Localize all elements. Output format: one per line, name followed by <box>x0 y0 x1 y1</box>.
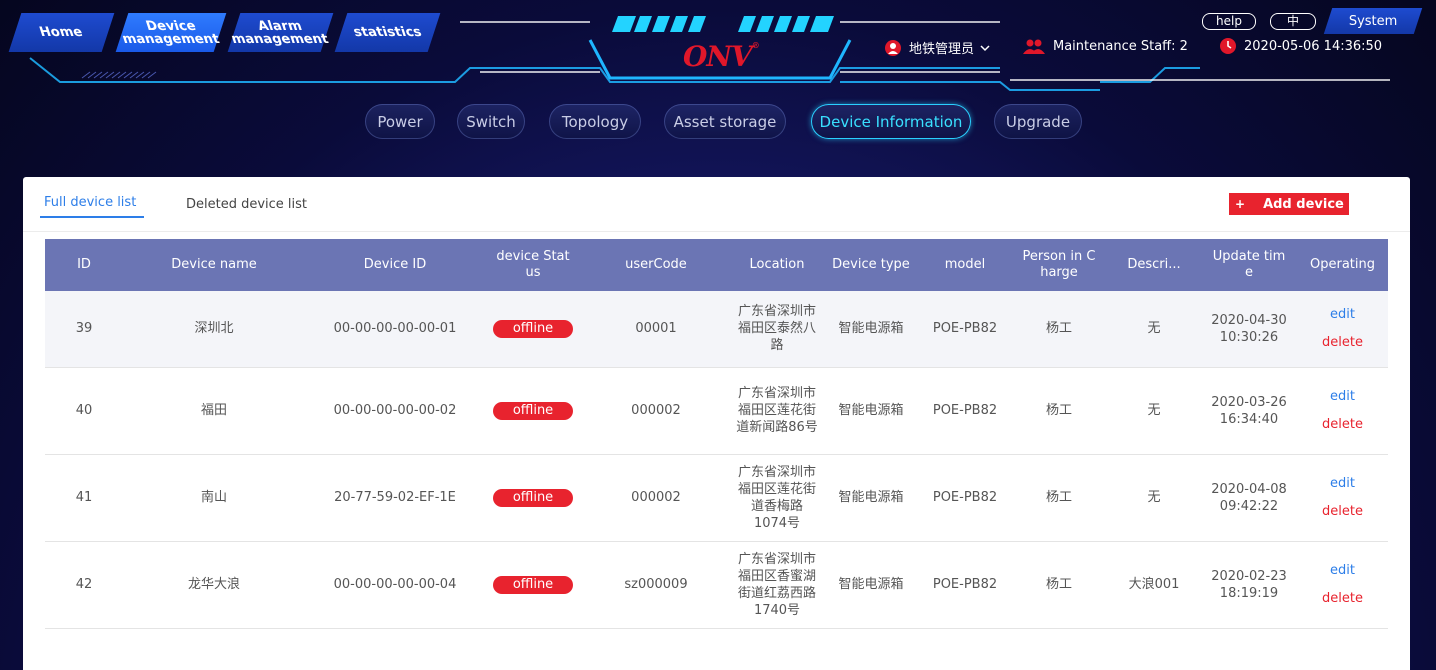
delete-link[interactable]: delete <box>1301 334 1384 351</box>
cell-user-code: 000002 <box>581 367 731 455</box>
cell-device-type: 智能电源箱 <box>823 291 919 368</box>
sub-tab-asset-storage[interactable]: Asset storage <box>664 104 786 139</box>
cell-description: 大浪001 <box>1107 541 1201 629</box>
datetime-display: 2020-05-06 14:36:50 <box>1220 38 1382 54</box>
maintenance-staff: Maintenance Staff: 2 <box>1023 38 1188 54</box>
edit-link[interactable]: edit <box>1301 306 1384 323</box>
cell-model: POE-PB82 <box>919 454 1011 542</box>
language-toggle-button[interactable]: 中 <box>1270 13 1316 30</box>
column-header-update-time: Update tim e <box>1201 239 1297 291</box>
column-header-device-name: Device name <box>123 239 305 291</box>
column-header-device-id: Device ID <box>305 239 485 291</box>
cell-update-time: 2020-04-30 10:30:26 <box>1201 291 1297 368</box>
user-menu[interactable]: 地铁管理员 <box>885 38 991 57</box>
cell-device-id: 00-00-00-00-00-02 <box>305 367 485 455</box>
edit-link[interactable]: edit <box>1301 562 1384 579</box>
sub-tab-topology[interactable]: Topology <box>549 104 641 139</box>
cell-device-id: 20-77-59-02-EF-1E <box>305 454 485 542</box>
device-table: ID Device name Device ID device Stat us … <box>45 239 1388 629</box>
cell-model: POE-PB82 <box>919 367 1011 455</box>
table-row: 40 福田 00-00-00-00-00-02 offline 000002 广… <box>45 367 1388 455</box>
column-header-user-code: userCode <box>581 239 731 291</box>
cell-person: 杨工 <box>1011 541 1107 629</box>
delete-link[interactable]: delete <box>1301 503 1384 520</box>
column-header-operating: Operating <box>1297 239 1388 291</box>
column-header-location: Location <box>731 239 823 291</box>
cell-id: 39 <box>45 291 123 368</box>
cell-location: 广东省深圳市福田区泰然八路 <box>731 291 823 368</box>
cell-id: 41 <box>45 454 123 542</box>
edit-link[interactable]: edit <box>1301 475 1384 492</box>
cell-device-name: 南山 <box>123 454 305 542</box>
sub-tab-power[interactable]: Power <box>365 104 435 139</box>
cell-update-time: 2020-02-23 18:19:19 <box>1201 541 1297 629</box>
cell-location: 广东省深圳市福田区香蜜湖街道红荔西路1740号 <box>731 541 823 629</box>
device-panel: Full device list Deleted device list + A… <box>23 177 1410 670</box>
cell-description: 无 <box>1107 454 1201 542</box>
column-header-person: Person in C harge <box>1011 239 1107 291</box>
nav-tab-device-management[interactable]: Device management <box>115 13 227 52</box>
cell-update-time: 2020-03-26 16:34:40 <box>1201 367 1297 455</box>
cell-model: POE-PB82 <box>919 541 1011 629</box>
cell-id: 40 <box>45 367 123 455</box>
cell-person: 杨工 <box>1011 454 1107 542</box>
column-header-id: ID <box>45 239 123 291</box>
cell-device-name: 龙华大浪 <box>123 541 305 629</box>
cell-id: 42 <box>45 541 123 629</box>
sub-tab-switch[interactable]: Switch <box>457 104 525 139</box>
column-header-device-type: Device type <box>823 239 919 291</box>
column-header-model: model <box>919 239 1011 291</box>
cell-device-type: 智能电源箱 <box>823 367 919 455</box>
edit-link[interactable]: edit <box>1301 388 1384 405</box>
add-device-button[interactable]: + Add device <box>1229 193 1349 215</box>
status-badge: offline <box>493 575 573 594</box>
cell-user-code: 000002 <box>581 454 731 542</box>
cell-update-time: 2020-04-08 09:42:22 <box>1201 454 1297 542</box>
table-row: 41 南山 20-77-59-02-EF-1E offline 000002 广… <box>45 454 1388 542</box>
cell-device-type: 智能电源箱 <box>823 541 919 629</box>
clock-icon <box>1220 38 1236 54</box>
table-header-row: ID Device name Device ID device Stat us … <box>45 239 1388 291</box>
cell-device-id: 00-00-00-00-00-01 <box>305 291 485 368</box>
cell-description: 无 <box>1107 367 1201 455</box>
cell-location: 广东省深圳市福田区莲花街道新闻路86号 <box>731 367 823 455</box>
cell-device-name: 深圳北 <box>123 291 305 368</box>
tab-deleted-device-list[interactable]: Deleted device list <box>186 197 307 212</box>
cell-device-type: 智能电源箱 <box>823 454 919 542</box>
cell-user-code: sz000009 <box>581 541 731 629</box>
status-badge: offline <box>493 319 573 338</box>
onv-logo: ONV® <box>683 40 760 73</box>
chevron-down-icon <box>980 44 990 51</box>
top-bar: Home Device management Alarm management st… <box>0 0 1436 100</box>
tab-full-device-list[interactable]: Full device list <box>44 195 136 210</box>
cell-device-id: 00-00-00-00-00-04 <box>305 541 485 629</box>
cell-person: 杨工 <box>1011 291 1107 368</box>
nav-tab-statistics[interactable]: statistics <box>334 13 441 52</box>
column-header-status: device Stat us <box>485 239 581 291</box>
user-icon <box>885 39 901 56</box>
table-row: 39 深圳北 00-00-00-00-00-01 offline 00001 广… <box>45 291 1388 368</box>
plus-icon: + <box>1235 197 1246 211</box>
cell-person: 杨工 <box>1011 367 1107 455</box>
status-badge: offline <box>493 488 573 507</box>
help-button[interactable]: help <box>1202 13 1256 30</box>
cell-description: 无 <box>1107 291 1201 368</box>
cell-model: POE-PB82 <box>919 291 1011 368</box>
sub-tab-upgrade[interactable]: Upgrade <box>994 104 1082 139</box>
cell-user-code: 00001 <box>581 291 731 368</box>
panel-divider <box>23 231 1410 232</box>
cell-device-name: 福田 <box>123 367 305 455</box>
cell-location: 广东省深圳市福田区莲花街道香梅路1074号 <box>731 454 823 542</box>
status-badge: offline <box>493 401 573 420</box>
sub-tab-device-information[interactable]: Device Information <box>811 104 971 139</box>
staff-icon <box>1023 39 1045 54</box>
column-header-description: Descri... <box>1107 239 1201 291</box>
delete-link[interactable]: delete <box>1301 416 1384 433</box>
delete-link[interactable]: delete <box>1301 590 1384 607</box>
nav-tab-alarm-management[interactable]: Alarm management <box>227 13 334 52</box>
nav-tab-home[interactable]: Home <box>8 13 115 52</box>
system-button[interactable]: System <box>1323 8 1423 34</box>
table-row: 42 龙华大浪 00-00-00-00-00-04 offline sz0000… <box>45 541 1388 629</box>
active-tab-indicator <box>40 216 144 218</box>
